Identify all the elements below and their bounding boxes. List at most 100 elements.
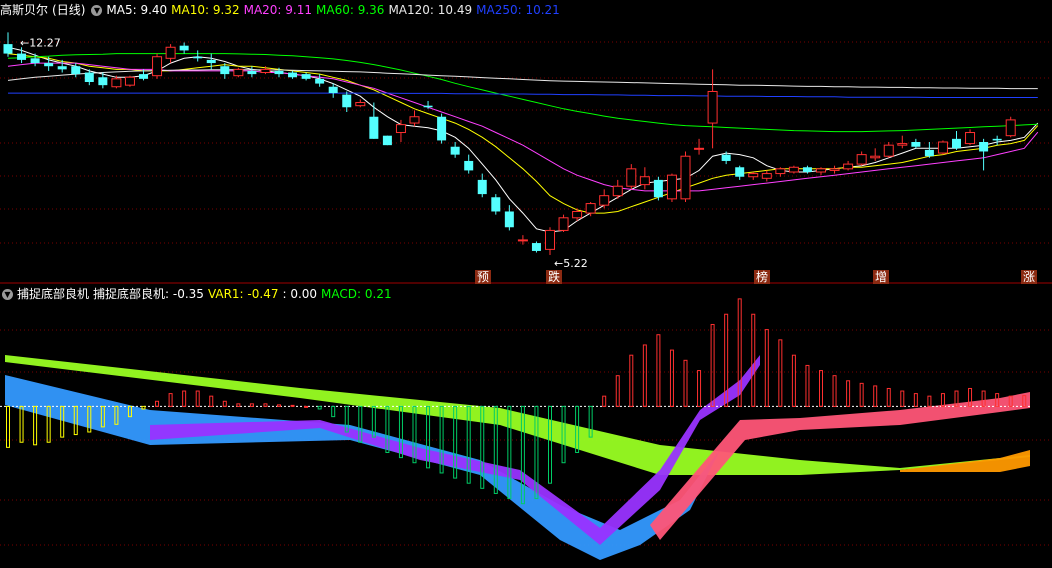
indicator-value: 捕捉底部良机: -0.35	[93, 287, 204, 301]
indicator-bar	[249, 403, 254, 407]
candle	[870, 148, 881, 161]
candle-body	[599, 195, 610, 206]
candle	[450, 142, 460, 158]
candle-body	[924, 149, 934, 157]
ma-legend-item: MA120: 10.49	[388, 3, 473, 17]
candle	[545, 227, 555, 256]
candle-body	[464, 160, 474, 171]
ma-legend-item: MA5: 9.40	[106, 3, 168, 17]
candle-body	[545, 229, 555, 250]
candle-body	[992, 138, 1002, 141]
candle-body	[17, 53, 27, 60]
candle	[666, 173, 677, 202]
indicator-bar	[290, 404, 295, 407]
candle-body	[477, 179, 487, 195]
event-marker[interactable]: 榜	[754, 270, 771, 284]
indicator-bar	[846, 380, 851, 407]
candle-body	[233, 68, 244, 77]
event-marker[interactable]: 跌	[546, 270, 563, 284]
candle	[288, 70, 298, 79]
candle	[491, 194, 501, 215]
candle-body	[44, 63, 54, 67]
candle-body	[3, 44, 13, 54]
candle-body	[666, 174, 677, 200]
candle	[599, 189, 610, 209]
indicator-bar	[141, 405, 146, 410]
candle-body	[843, 163, 854, 170]
candle	[165, 44, 176, 64]
candle-body	[98, 77, 108, 86]
chevron-down-icon[interactable]: ▼	[2, 289, 13, 300]
candle-body	[856, 154, 867, 165]
indicator-band-orange	[900, 450, 1030, 472]
ma-legend-item: MA10: 9.32	[171, 3, 240, 17]
candle-body	[626, 168, 637, 187]
candle-body	[612, 185, 623, 197]
candle-body	[870, 155, 881, 159]
candle	[315, 74, 325, 87]
event-marker[interactable]: 预	[475, 270, 492, 284]
candle	[612, 179, 623, 199]
candle-body	[315, 78, 325, 84]
event-marker[interactable]: 增	[873, 270, 890, 284]
candle-body	[355, 102, 366, 107]
indicator-value: : 0.00	[282, 287, 318, 301]
candle-body	[450, 146, 460, 155]
candle-body	[395, 124, 406, 134]
indicator-bar	[548, 405, 552, 484]
indicator-name[interactable]: 捕捉底部良机	[17, 287, 89, 301]
candle	[409, 110, 420, 127]
candle	[937, 140, 948, 155]
candle-body	[829, 168, 840, 171]
event-marker[interactable]: 涨	[1021, 270, 1038, 284]
candle-body	[124, 76, 135, 86]
indicator-bar	[155, 400, 160, 407]
candle-body	[30, 58, 40, 64]
ma-line-ma10	[7, 53, 1039, 214]
candle	[233, 67, 244, 78]
candle-body	[775, 168, 786, 175]
candle	[992, 135, 1002, 146]
candle-body	[220, 66, 230, 75]
indicator-bar	[859, 382, 864, 407]
candle	[694, 138, 705, 155]
candle	[843, 160, 854, 171]
candle	[3, 32, 13, 57]
candle-body	[342, 94, 352, 108]
chart-period: (日线)	[52, 3, 86, 17]
candle	[477, 173, 487, 198]
candle-body	[409, 116, 420, 124]
candle-body	[735, 167, 745, 177]
candle	[30, 53, 40, 67]
candle	[911, 138, 921, 149]
indicator-bar	[209, 395, 214, 407]
candle	[369, 102, 379, 139]
ma-line-ma5	[7, 46, 1039, 233]
candle	[464, 154, 474, 174]
candle-body	[206, 59, 216, 64]
candle	[748, 172, 759, 180]
chevron-down-icon[interactable]: ▼	[91, 5, 103, 16]
indicator-bar	[669, 349, 674, 407]
candle	[355, 99, 366, 108]
indicator-bar	[913, 393, 918, 407]
candle-body	[517, 239, 528, 242]
candle	[124, 75, 135, 87]
indicator-bar	[236, 403, 241, 407]
indicator-bar	[629, 354, 634, 407]
indicator-bar	[317, 405, 322, 410]
candle-body	[883, 144, 894, 157]
candle-body	[802, 167, 812, 172]
candle-body	[911, 142, 921, 147]
stock-name[interactable]: 高斯贝尔	[0, 3, 48, 17]
candle	[653, 176, 663, 201]
candle-body	[111, 78, 122, 88]
indicator-legend: 捕捉底部良机: -0.35 VAR1: -0.47: 0.00 MACD: 0.21	[93, 287, 396, 301]
candle-body	[274, 70, 284, 75]
candle-body	[788, 166, 799, 173]
indicator-bar	[764, 329, 769, 407]
indicator-bar	[656, 334, 661, 407]
indicator-bar	[642, 344, 647, 407]
candle	[965, 129, 976, 146]
candle	[979, 138, 989, 171]
